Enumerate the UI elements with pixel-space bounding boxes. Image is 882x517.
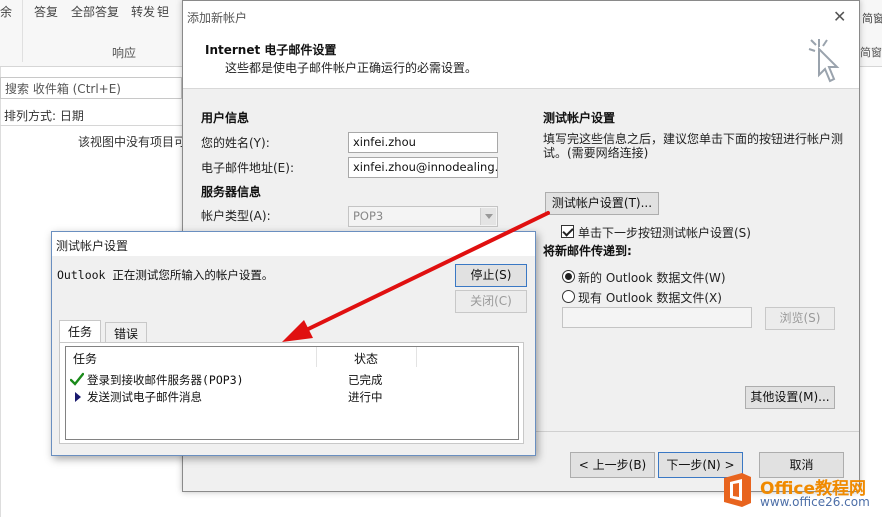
annotation-arrow: [282, 211, 550, 342]
office-logo-icon: [724, 473, 751, 507]
watermark-url: www.office26.com: [760, 495, 870, 509]
